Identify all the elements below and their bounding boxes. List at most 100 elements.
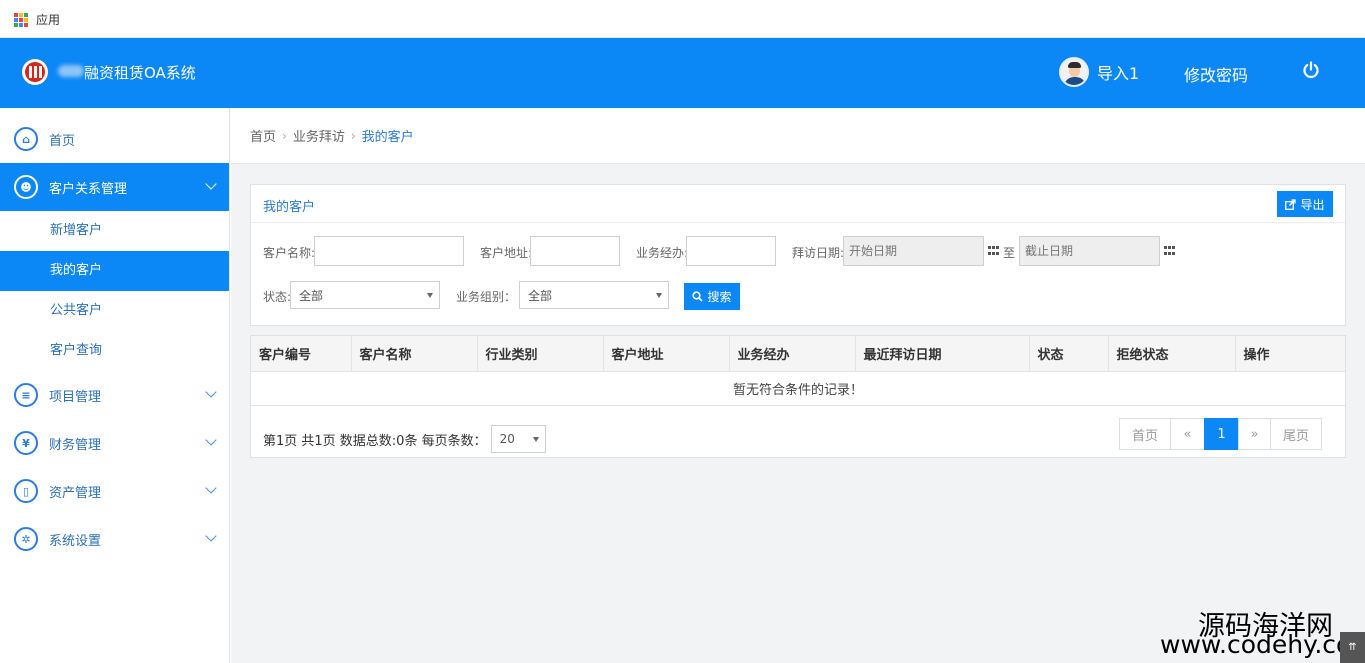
customer-address-input[interactable] bbox=[530, 236, 620, 266]
chevron-down-icon bbox=[205, 482, 217, 494]
chevron-down-icon bbox=[205, 386, 217, 398]
customer-name-label: 客户名称: bbox=[263, 246, 316, 260]
group-label: 业务组别： bbox=[456, 290, 517, 304]
sidebar-item-finance[interactable]: ¥ 财务管理 bbox=[0, 419, 229, 467]
customer-name-input[interactable] bbox=[314, 236, 464, 266]
panel-header: 我的客户 导出 bbox=[251, 185, 1345, 223]
pager-info: 第1页 共1页 数据总数:0条 每页条数： 20 bbox=[263, 425, 546, 453]
power-icon[interactable] bbox=[1302, 61, 1320, 79]
column-header[interactable]: 客户编号 bbox=[251, 336, 352, 372]
column-header[interactable]: 业务经办 bbox=[729, 336, 856, 372]
page-size-value: 20 bbox=[499, 432, 515, 446]
customer-address-label: 客户地址: bbox=[480, 246, 533, 260]
first-page-button[interactable]: 首页 bbox=[1119, 418, 1171, 450]
breadcrumb-home[interactable]: 首页 bbox=[250, 126, 276, 145]
top-header: 融资租赁OA系统 导入1 修改密码 bbox=[0, 38, 1365, 108]
end-date-input[interactable] bbox=[1019, 236, 1160, 266]
date-range-to: 至 bbox=[1003, 246, 1016, 260]
sidebar-item-label: 财务管理 bbox=[49, 437, 102, 453]
yen-icon: ¥ bbox=[14, 431, 38, 455]
calendar-icon[interactable] bbox=[1164, 246, 1176, 256]
sidebar-subitem-my-customers[interactable]: 我的客户 bbox=[0, 251, 229, 291]
manager-input[interactable] bbox=[686, 236, 776, 266]
customer-table: 客户编号 客户名称 行业类别 客户地址 业务经办 最近拜访日期 状态 拒绝状态 … bbox=[250, 335, 1346, 458]
sidebar-item-label: 系统设置 bbox=[49, 533, 102, 549]
watermark-line2: www.codehy.com bbox=[1160, 630, 1365, 659]
home-icon: ⌂ bbox=[14, 127, 38, 151]
change-password-link[interactable]: 修改密码 bbox=[1184, 62, 1248, 86]
breadcrumb-current: 我的客户 bbox=[361, 130, 414, 145]
column-header[interactable]: 客户地址 bbox=[603, 336, 730, 372]
export-icon bbox=[1285, 198, 1297, 210]
chevron-down-icon bbox=[205, 178, 217, 190]
main-content: 首页 › 业务拜访 › 我的客户 我的客户 导出 客户名称: 客户地址: 业务经… bbox=[231, 108, 1365, 663]
last-page-button[interactable]: 尾页 bbox=[1270, 418, 1322, 450]
sidebar-item-label: 项目管理 bbox=[49, 389, 102, 405]
page-size-select[interactable]: 20 bbox=[490, 425, 546, 453]
next-page-button[interactable]: » bbox=[1238, 418, 1271, 450]
pagination: 首页 « 1 » 尾页 bbox=[1119, 418, 1322, 450]
column-header[interactable]: 状态 bbox=[1029, 336, 1109, 372]
brand-redacted bbox=[58, 65, 84, 77]
breadcrumb-separator-icon: › bbox=[350, 128, 356, 143]
sidebar-item-settings[interactable]: ✲ 系统设置 bbox=[0, 515, 229, 563]
breadcrumb-visit[interactable]: 业务拜访 bbox=[293, 126, 345, 145]
column-header[interactable]: 拒绝状态 bbox=[1108, 336, 1236, 372]
panel-title: 我的客户 bbox=[263, 200, 316, 215]
sidebar-item-project[interactable]: ≡ 项目管理 bbox=[0, 371, 229, 419]
sidebar-subitem-new-customer[interactable]: 新增客户 bbox=[0, 211, 229, 251]
export-label: 导出 bbox=[1300, 197, 1325, 212]
gear-icon: ✲ bbox=[14, 527, 38, 551]
group-select-value: 全部 bbox=[528, 288, 553, 303]
table-row: 暂无符合条件的记录！ bbox=[251, 371, 1345, 406]
table-header-row: 客户编号 客户名称 行业类别 客户地址 业务经办 最近拜访日期 状态 拒绝状态 … bbox=[251, 336, 1345, 372]
list-icon: ≡ bbox=[14, 383, 38, 407]
avatar bbox=[1059, 57, 1089, 87]
sidebar-item-crm[interactable]: ☻ 客户关系管理 bbox=[0, 163, 229, 211]
page-1-button[interactable]: 1 bbox=[1204, 418, 1239, 450]
user-name: 导入1 bbox=[1097, 64, 1140, 83]
sidebar: ⌂ 首页 ☻ 客户关系管理 新增客户 我的客户 公共客户 客户查询 ≡ 项目管理… bbox=[0, 108, 230, 663]
users-icon: ☻ bbox=[14, 175, 38, 199]
search-label: 搜索 bbox=[707, 290, 732, 304]
sidebar-item-assets[interactable]: ▯ 资产管理 bbox=[0, 467, 229, 515]
breadcrumb-separator-icon: › bbox=[282, 128, 287, 143]
column-header[interactable]: 最近拜访日期 bbox=[855, 336, 1030, 372]
column-header[interactable]: 行业类别 bbox=[477, 336, 604, 372]
dropdown-arrow-icon bbox=[532, 437, 539, 442]
sidebar-subitem-public-customers[interactable]: 公共客户 bbox=[0, 291, 229, 331]
sidebar-subitem-customer-query[interactable]: 客户查询 bbox=[0, 331, 229, 371]
bookmark-bar: 应用 bbox=[0, 0, 1365, 38]
pager-summary: 第1页 共1页 数据总数:0条 每页条数： bbox=[263, 433, 487, 449]
user-menu[interactable]: 导入1 bbox=[1059, 57, 1139, 87]
status-select[interactable]: 全部 bbox=[290, 281, 440, 309]
search-button[interactable]: 搜索 bbox=[684, 283, 740, 310]
status-label: 状态: bbox=[263, 290, 292, 304]
app-title: 融资租赁OA系统 bbox=[84, 64, 196, 82]
apps-shortcut[interactable]: 应用 bbox=[14, 11, 60, 28]
apps-grid-icon bbox=[14, 12, 28, 27]
start-date-input[interactable] bbox=[843, 236, 984, 266]
column-header[interactable]: 客户名称 bbox=[351, 336, 478, 372]
breadcrumb: 首页 › 业务拜访 › 我的客户 bbox=[231, 108, 1365, 164]
manager-label: 业务经办: bbox=[636, 246, 689, 260]
file-icon: ▯ bbox=[14, 479, 38, 503]
company-logo-icon bbox=[22, 59, 48, 85]
chevron-down-icon bbox=[205, 434, 217, 446]
group-select[interactable]: 全部 bbox=[519, 281, 669, 309]
column-header[interactable]: 操作 bbox=[1235, 336, 1345, 372]
sidebar-item-home[interactable]: ⌂ 首页 bbox=[0, 115, 229, 163]
sidebar-item-label: 首页 bbox=[49, 133, 76, 149]
dropdown-arrow-icon bbox=[656, 293, 662, 298]
status-select-value: 全部 bbox=[299, 288, 324, 303]
search-icon bbox=[692, 291, 704, 302]
scroll-top-icon[interactable]: ⇈ bbox=[1340, 632, 1365, 663]
sidebar-item-label: 客户关系管理 bbox=[49, 181, 128, 197]
prev-page-button[interactable]: « bbox=[1170, 418, 1205, 450]
sidebar-item-label: 资产管理 bbox=[49, 485, 102, 501]
apps-label: 应用 bbox=[36, 13, 61, 27]
empty-message: 暂无符合条件的记录！ bbox=[251, 371, 1345, 406]
export-button[interactable]: 导出 bbox=[1277, 191, 1333, 217]
calendar-icon[interactable] bbox=[988, 246, 1000, 256]
search-panel: 我的客户 导出 客户名称: 客户地址: 业务经办: 拜访日期: 至 状态: 全部 bbox=[250, 184, 1346, 326]
